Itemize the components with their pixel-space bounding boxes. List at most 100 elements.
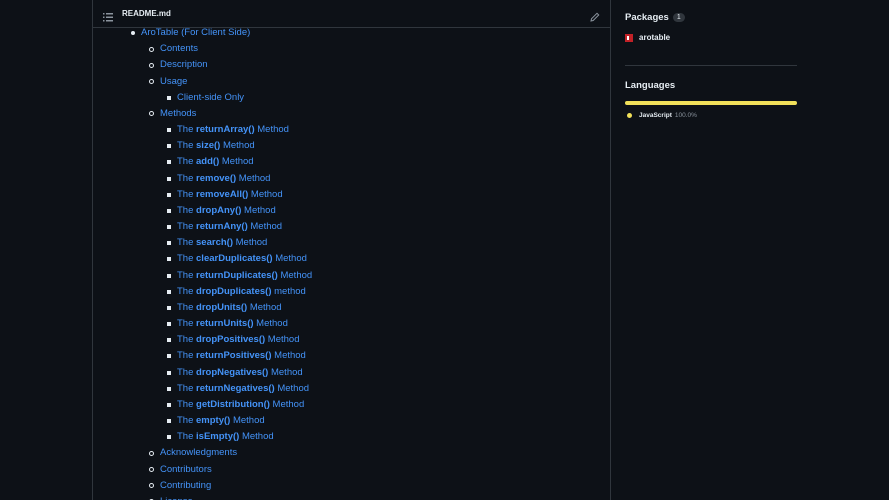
toc-link[interactable]: The dropAny() Method: [177, 203, 276, 219]
toc-link-method: size(): [196, 140, 221, 152]
list-bullet: [167, 225, 171, 230]
packages-count-badge: 1: [672, 13, 685, 22]
languages-title: Languages: [625, 80, 676, 91]
toc-item: The add() Method: [167, 154, 254, 170]
toc-link-method: add(): [196, 156, 220, 168]
toc-link-suffix: Method: [247, 301, 282, 313]
toc-link-method: returnArray(): [196, 124, 255, 136]
toc-link-prefix: The: [177, 124, 197, 136]
list-bullet: [131, 31, 135, 35]
toc-link[interactable]: The remove() Method: [177, 171, 270, 187]
toc-link[interactable]: The returnAny() Method: [177, 219, 282, 235]
toc-link[interactable]: The returnPositives() Method: [177, 348, 306, 364]
toc-link-prefix: The: [177, 253, 197, 265]
toc-link[interactable]: The dropUnits() Method: [177, 300, 282, 316]
list-bullet: [149, 62, 154, 68]
list-bullet: [149, 467, 154, 473]
toc-link[interactable]: The removeAll() Method: [177, 187, 283, 203]
toc-item: Methods: [149, 106, 196, 122]
toc-link-suffix: Method: [253, 318, 288, 330]
toc-link-prefix: The: [177, 366, 197, 378]
toc-link-suffix: Method: [232, 237, 268, 249]
toc-link[interactable]: The isEmpty() Method: [177, 429, 274, 445]
toc-link[interactable]: Acknowledgments: [160, 445, 237, 461]
toc-link-suffix: Method: [271, 350, 306, 362]
toc-link-suffix: Method: [254, 124, 289, 136]
toc-item: The returnUnits() Method: [167, 316, 288, 332]
toc-item: The remove() Method: [167, 171, 270, 187]
toc-link-method: dropPositives(): [196, 334, 266, 346]
toc-link[interactable]: The returnUnits() Method: [177, 316, 288, 332]
list-bullet: [167, 208, 171, 213]
toc-link-suffix: Method: [220, 140, 255, 152]
toc-link-method: dropDuplicates(): [196, 285, 272, 297]
toc-link-method: dropAny(): [196, 204, 242, 216]
toc-link-prefix: The: [177, 398, 197, 410]
toc-link[interactable]: The getDistribution() Method: [177, 397, 304, 413]
toc-item: License: [149, 494, 193, 500]
list-bullet: [167, 289, 171, 294]
toc-link-method: returnUnits(): [196, 318, 254, 330]
toc-link-prefix: The: [177, 285, 197, 297]
toc-link[interactable]: Contributors: [160, 462, 212, 478]
toc-link-suffix: Method: [274, 382, 310, 394]
toc-link-prefix: The: [177, 350, 197, 362]
list-bullet: [167, 305, 171, 310]
toc-item: The dropAny() Method: [167, 203, 276, 219]
toc-link[interactable]: Description: [160, 57, 208, 73]
packages-title[interactable]: Packages: [625, 12, 669, 23]
toc-link-prefix: The: [177, 140, 197, 152]
toc-link-method: search(): [196, 237, 233, 249]
toc-link[interactable]: The add() Method: [177, 154, 254, 170]
toc-link-method: returnDuplicates(): [196, 269, 278, 281]
toc-link-suffix: method: [271, 285, 306, 297]
toc-link-prefix: The: [177, 334, 197, 346]
toc-link[interactable]: License: [160, 494, 193, 500]
toc-link[interactable]: Contents: [160, 41, 198, 57]
list-bullet: [167, 160, 171, 165]
toc-link-suffix: Method: [265, 334, 300, 346]
toc-link[interactable]: The dropDuplicates() method: [177, 284, 306, 300]
toc-link[interactable]: The returnNegatives() Method: [177, 381, 309, 397]
toc-link[interactable]: The dropNegatives() Method: [177, 365, 303, 381]
toc-link[interactable]: Client-side Only: [177, 90, 244, 106]
toc-link-suffix: Method: [239, 431, 274, 443]
toc-link[interactable]: The dropPositives() Method: [177, 332, 300, 348]
list-bullet: [167, 273, 171, 278]
list-bullet: [167, 95, 171, 100]
toc-item: The removeAll() Method: [167, 187, 283, 203]
toc-item: The returnDuplicates() Method: [167, 268, 312, 284]
packages-section: Packages 1 arotable: [625, 12, 797, 42]
toc-item: The returnArray() Method: [167, 122, 289, 138]
toc-link[interactable]: The empty() Method: [177, 413, 265, 429]
toc-item: Acknowledgments: [149, 445, 237, 461]
toc-link-suffix: Method: [277, 269, 313, 281]
toc-link[interactable]: The clearDuplicates() Method: [177, 251, 307, 267]
toc-link[interactable]: The search() Method: [177, 235, 267, 251]
toc-item: The dropDuplicates() method: [167, 284, 306, 300]
pencil-icon[interactable]: [590, 9, 600, 22]
toc-link[interactable]: The returnArray() Method: [177, 122, 289, 138]
package-name[interactable]: arotable: [639, 33, 670, 42]
toc-link[interactable]: AroTable (For Client Side): [141, 25, 250, 41]
list-bullet: [149, 79, 154, 84]
package-item[interactable]: arotable: [625, 33, 797, 42]
toc-item: The clearDuplicates() Method: [167, 251, 307, 267]
readme-panel: README.md AroTable (For Client Side) Cont…: [92, 0, 611, 500]
toc-link-prefix: The: [177, 318, 197, 330]
language-item[interactable]: JavaScript 100.0%: [625, 112, 797, 119]
toc-link[interactable]: The size() Method: [177, 138, 255, 154]
list-bullet: [167, 386, 171, 391]
toc-link-suffix: Method: [230, 415, 265, 427]
toc-item: The size() Method: [167, 138, 255, 154]
toc-link[interactable]: Contributing: [160, 478, 211, 494]
toc-link-method: getDistribution(): [196, 398, 270, 410]
list-icon[interactable]: [103, 9, 113, 22]
toc-link-suffix: Method: [269, 398, 305, 410]
list-bullet: [167, 338, 171, 343]
toc-link[interactable]: Methods: [160, 106, 196, 122]
toc-link-method: returnAny(): [196, 221, 248, 233]
toc-link[interactable]: Usage: [160, 74, 187, 90]
toc-link[interactable]: The returnDuplicates() Method: [177, 268, 312, 284]
toc-link-method: removeAll(): [196, 188, 249, 200]
